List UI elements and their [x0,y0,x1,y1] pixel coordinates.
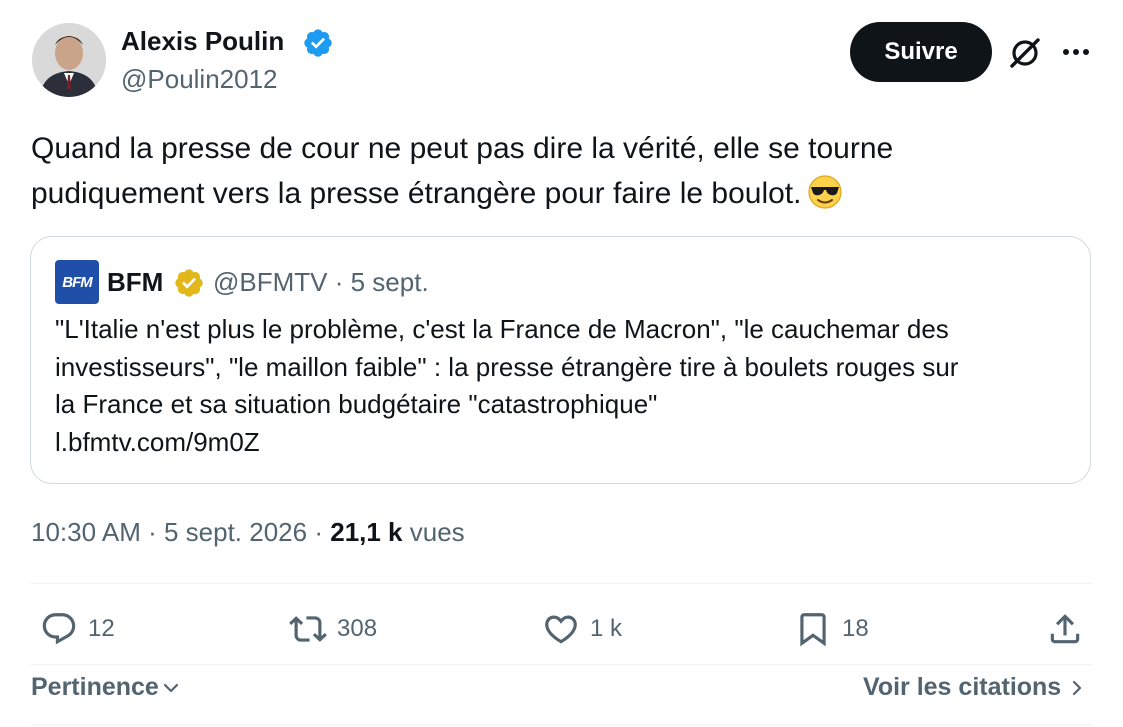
heart-icon [545,615,577,644]
quoted-handle: @BFMTV [213,267,328,297]
repost-button[interactable]: 308 [289,608,377,650]
quoted-date: 5 sept. [350,267,429,297]
quoted-text-line: "L'Italie n'est plus le problème, c'est … [55,314,949,344]
chevron-right-icon [1073,680,1082,695]
chevron-down-icon [163,683,178,692]
view-quotes-label: Voir les citations [863,673,1062,701]
like-count: 1 k [590,615,623,642]
quoted-text-line: investisseurs", "le maillon faible" : la… [55,351,959,382]
share-button[interactable] [1046,608,1094,650]
divider [31,664,1093,665]
tweet-date[interactable]: 5 sept. 2026 [164,517,307,547]
reply-icon [42,613,76,645]
bookmark-icon [800,613,826,647]
separator-dot: · [334,267,351,297]
author-handle[interactable]: @Poulin2012 [121,64,278,95]
quoted-meta: @BFMTV · 5 sept. [213,267,429,298]
author-name[interactable]: Alexis Poulin [121,26,284,57]
repost-icon [289,616,327,642]
repost-count: 308 [337,615,378,642]
avatar[interactable] [32,23,106,97]
sunglasses-face-icon [808,175,843,209]
quoted-text: "L'Italie n'est plus le problème, c'est … [55,311,1075,461]
views-label: vues [409,517,465,547]
more-icon[interactable] [1058,36,1094,68]
tweet-timestamp: 10:30 AM · 5 sept. 2026 · 21,1 k vues [31,517,465,548]
separator-dot: · [148,517,164,547]
verified-badge-icon [304,29,332,57]
bookmark-count: 18 [842,615,869,642]
bfm-logo: BFM [55,260,99,304]
quoted-link[interactable]: l.bfmtv.com/9m0Z [55,424,1075,462]
divider [31,724,1093,725]
divider [31,583,1093,584]
follow-button[interactable]: Suivre [850,22,992,82]
like-button[interactable]: 1 k [542,608,622,650]
sort-dropdown[interactable]: Pertinence [31,673,181,702]
gold-verified-badge-icon [175,269,203,297]
tweet-time[interactable]: 10:30 AM [31,517,141,547]
views-count: 21,1 k [330,517,403,547]
separator-dot: · [314,517,331,547]
tweet-text: Quand la presse de cour ne peut pas dire… [31,126,1091,216]
quoted-text-line: la France et sa situation budgétaire "ca… [55,389,658,419]
quoted-tweet-card[interactable]: BFM BFM @BFMTV · 5 sept. "L'Italie n'est… [30,236,1091,484]
bookmark-button[interactable]: 18 [794,608,869,650]
tweet-text-line: Quand la presse de cour ne peut pas dire… [31,132,894,165]
reply-count: 12 [88,615,115,642]
reply-button[interactable]: 12 [40,608,115,650]
share-icon [1050,614,1080,644]
tweet-text-line: pudiquement vers la presse étrangère pou… [31,171,1091,216]
quoted-author-name: BFM [107,267,164,297]
view-quotes-link[interactable]: Voir les citations [863,673,1087,702]
sort-label: Pertinence [31,673,159,701]
grok-icon[interactable] [1007,35,1043,71]
